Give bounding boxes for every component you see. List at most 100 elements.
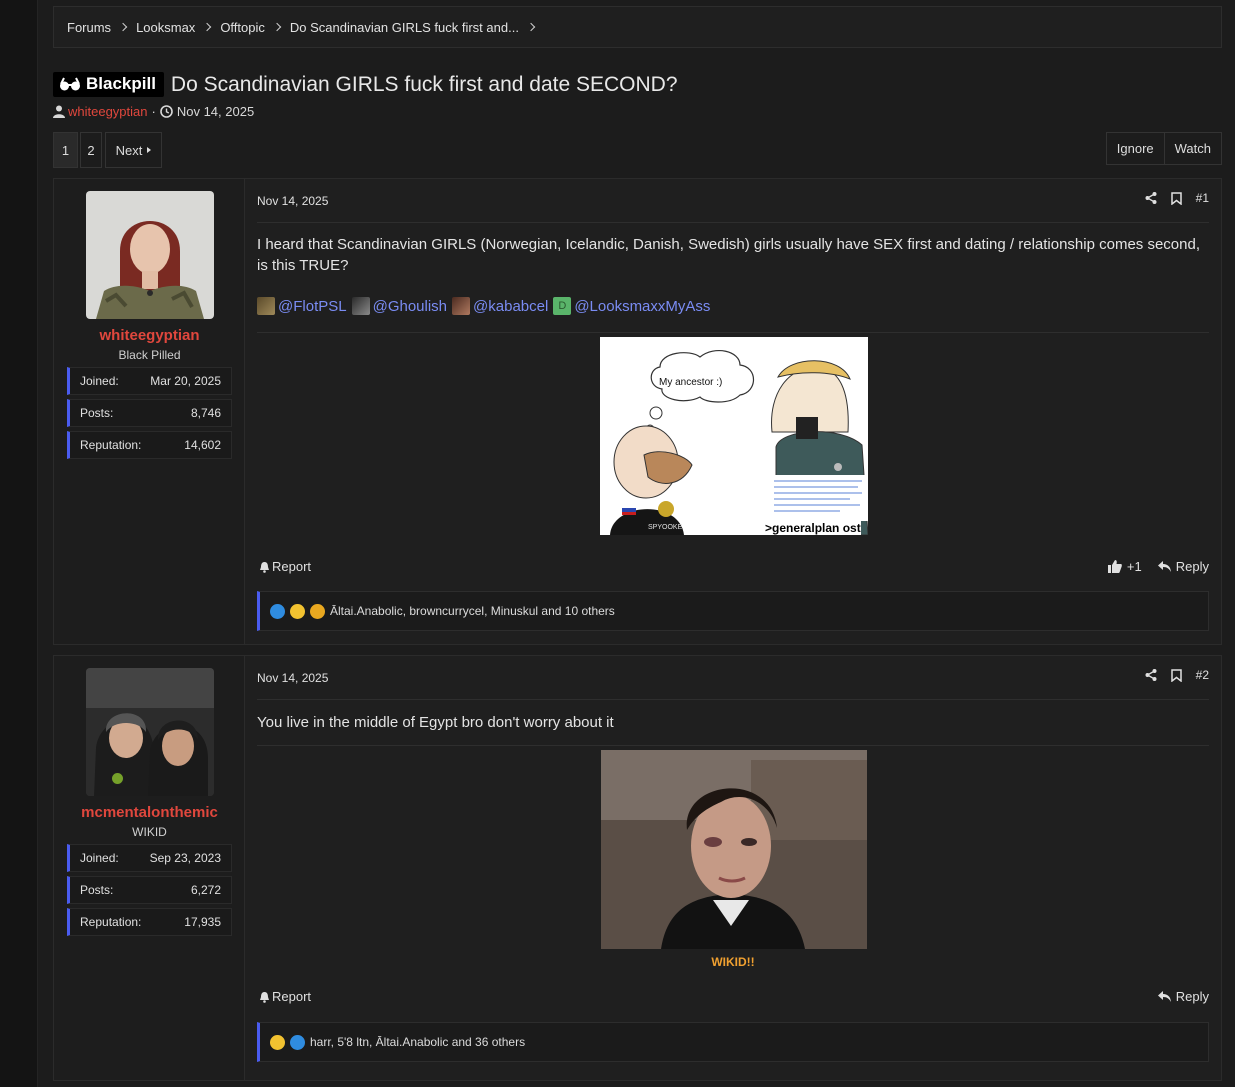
- breadcrumb-offtopic[interactable]: Offtopic: [220, 20, 290, 35]
- thread-prefix-badge[interactable]: Blackpill: [53, 72, 164, 97]
- post-2-caption: WIKID!!: [711, 955, 755, 969]
- post-1-main: Nov 14, 2025 #1 I heard that Scandinavia…: [245, 179, 1221, 644]
- post-header-divider: [257, 699, 1209, 700]
- post-1-number-link[interactable]: #1: [1196, 191, 1209, 205]
- post-1-tools: #1: [1145, 191, 1209, 205]
- meta-separator: ·: [151, 104, 156, 119]
- bookmark-icon[interactable]: [1170, 668, 1182, 682]
- post-body-divider: [257, 332, 1209, 333]
- meme-caption-text: >generalplan ost: [765, 521, 861, 535]
- post-1-user-title: Black Pilled: [118, 348, 181, 362]
- reply-icon: [1157, 561, 1171, 572]
- post-2-tools: #2: [1145, 668, 1209, 682]
- meme-drawing: SPYOOKE: [600, 337, 868, 535]
- post-1-user-stats: Joined: Mar 20, 2025 Posts: 8,746 Reputati…: [67, 367, 232, 463]
- laugh-reaction-icon: [290, 603, 305, 619]
- avatar[interactable]: [86, 191, 214, 319]
- share-icon[interactable]: [1145, 669, 1157, 681]
- post-2-image[interactable]: [601, 750, 867, 949]
- photo-drawing: [601, 750, 867, 949]
- thumbs-up-icon: [1107, 560, 1122, 573]
- post-body-divider: [257, 745, 1209, 746]
- post-2-user-cell: mcmentalonthemic WIKID Joined: Sep 23, 20…: [54, 656, 245, 1080]
- pagination: 1 2 Next: [53, 132, 162, 168]
- mini-avatar: [351, 297, 370, 315]
- chevron-right-icon: [203, 22, 212, 32]
- stat-posts: Posts: 6,272: [67, 876, 232, 904]
- post-2-actions: Reply: [1142, 989, 1209, 1004]
- chevron-right-icon: [526, 22, 536, 32]
- post-2-user-title: WIKID: [132, 825, 167, 839]
- mini-avatar-initial: D: [553, 297, 572, 315]
- post-2-body: You live in the middle of Egypt bro don'…: [257, 714, 614, 731]
- page-2-button[interactable]: 2: [80, 132, 102, 168]
- online-status-indicator: [110, 771, 125, 786]
- clock-icon: [160, 105, 173, 118]
- breadcrumb-thread[interactable]: Do Scandinavian GIRLS fuck first and...: [290, 20, 544, 35]
- thread-meta: whiteegyptian · Nov 14, 2025: [53, 104, 254, 119]
- thinking-reaction-icon: [310, 603, 325, 619]
- thread-title-row: Blackpill Do Scandinavian GIRLS fuck fir…: [53, 72, 678, 97]
- stat-reputation: Reputation: 17,935: [67, 908, 232, 936]
- mention-kababcel[interactable]: @kababcel: [452, 297, 548, 315]
- post-2-number-link[interactable]: #2: [1196, 668, 1209, 682]
- post-1-user-cell: whiteegyptian Black Pilled Joined: Mar 20…: [54, 179, 245, 644]
- post-2-user-stats: Joined: Sep 23, 2023 Posts: 6,272 Reputati…: [67, 844, 232, 940]
- bookmark-icon[interactable]: [1170, 191, 1182, 205]
- glasses-icon: [60, 77, 80, 91]
- post-1-reactions-bar[interactable]: Āltai.Anabolic, browncurrycel, Minuskul …: [257, 591, 1209, 631]
- page-1-button[interactable]: 1: [53, 132, 78, 168]
- laugh-reaction-icon: [270, 1034, 285, 1050]
- stat-posts: Posts: 8,746: [67, 399, 232, 427]
- breadcrumb: Forums Looksmax Offtopic Do Scandinavian…: [53, 6, 1222, 48]
- user-icon: [53, 105, 65, 118]
- next-page-button[interactable]: Next: [105, 132, 162, 168]
- like-reaction-icon: [270, 603, 285, 619]
- thread-author-link[interactable]: whiteegyptian: [68, 104, 148, 119]
- avatar-image: [86, 191, 214, 319]
- reply-button[interactable]: Reply: [1157, 559, 1209, 574]
- reply-button[interactable]: Reply: [1157, 989, 1209, 1004]
- like-reaction-icon: [290, 1034, 305, 1050]
- mention-ghoulish[interactable]: @Ghoulish: [351, 297, 447, 315]
- watch-button[interactable]: Watch: [1163, 133, 1221, 164]
- left-sidebar-rail: [0, 0, 38, 1087]
- avatar-image: [86, 668, 214, 796]
- like-button[interactable]: +1: [1107, 559, 1142, 574]
- post-1-actions: +1 Reply: [1092, 559, 1209, 574]
- post-2-main: Nov 14, 2025 #2 You live in the middle o…: [245, 656, 1221, 1080]
- reply-icon: [1157, 991, 1171, 1002]
- mention-looksmaxxmyass[interactable]: D @LooksmaxxMyAss: [553, 297, 710, 315]
- page-title: Do Scandinavian GIRLS fuck first and dat…: [170, 72, 678, 96]
- stat-joined: Joined: Mar 20, 2025: [67, 367, 232, 395]
- ignore-button[interactable]: Ignore: [1107, 133, 1164, 164]
- post-2-date[interactable]: Nov 14, 2025: [257, 671, 328, 685]
- post-1-date[interactable]: Nov 14, 2025: [257, 194, 328, 208]
- bell-icon: [260, 561, 269, 573]
- post-1-body: I heard that Scandinavian GIRLS (Norwegi…: [257, 236, 1200, 274]
- thread-date[interactable]: Nov 14, 2025: [177, 104, 254, 119]
- post-1-meme-image[interactable]: SPYOOKE My ancestor :) >generalplan ost: [600, 337, 868, 535]
- mention-flotpsl[interactable]: @FlotPSL: [257, 297, 347, 315]
- breadcrumb-looksmax[interactable]: Looksmax: [136, 20, 220, 35]
- post-1-mentions: @FlotPSL @Ghoulish @kababcel D @Looksmaxx…: [257, 297, 715, 315]
- avatar[interactable]: [86, 668, 214, 796]
- chevron-right-icon: [272, 22, 282, 32]
- mini-avatar: [452, 297, 471, 315]
- mini-avatar: [257, 297, 275, 315]
- page-content: Forums Looksmax Offtopic Do Scandinavian…: [53, 6, 1222, 1081]
- post-2-username[interactable]: mcmentalonthemic: [54, 804, 245, 821]
- breadcrumb-forums[interactable]: Forums: [67, 20, 136, 35]
- post-2-report-button[interactable]: Report: [259, 989, 311, 1004]
- post-1-username[interactable]: whiteegyptian: [54, 327, 245, 344]
- post-2-reactions-bar[interactable]: harr, 5'8 ltn, Āltai.Anabolic and 36 oth…: [257, 1022, 1209, 1062]
- post-1: whiteegyptian Black Pilled Joined: Mar 20…: [53, 178, 1222, 645]
- meme-thought-text: My ancestor :): [659, 377, 723, 388]
- stat-joined: Joined: Sep 23, 2023: [67, 844, 232, 872]
- chevron-right-icon: [118, 22, 128, 32]
- post-header-divider: [257, 222, 1209, 223]
- share-icon[interactable]: [1145, 192, 1157, 204]
- meme-shirt-text: SPYOOKE: [648, 524, 683, 531]
- post-1-report-button[interactable]: Report: [259, 559, 311, 574]
- thread-actions: Ignore Watch: [1105, 132, 1222, 165]
